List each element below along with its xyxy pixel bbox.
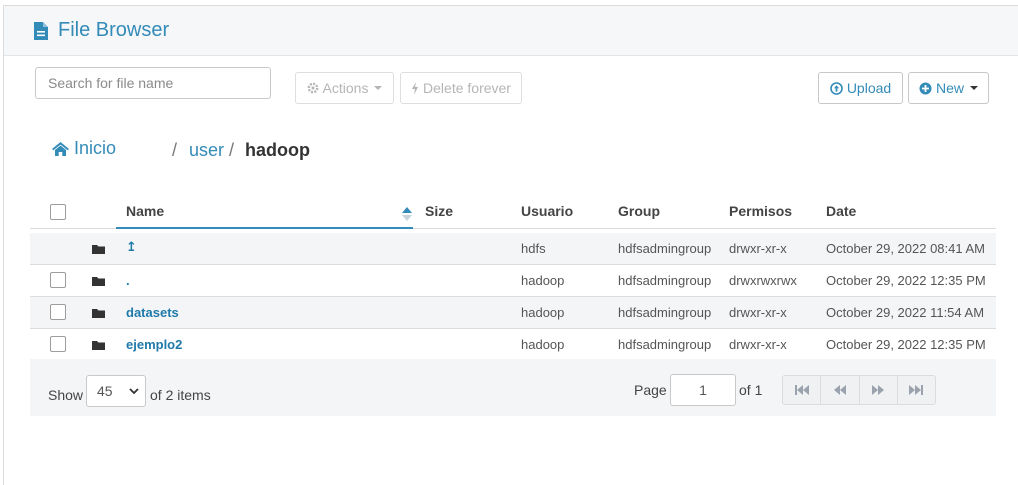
first-page-icon bbox=[794, 385, 809, 395]
file-group: hdfsadmingroup bbox=[618, 273, 712, 288]
breadcrumb-home-label: Inicio bbox=[74, 138, 117, 158]
header-size[interactable]: Size bbox=[425, 203, 453, 219]
sort-asc-icon bbox=[402, 207, 412, 221]
file-group: hdfsadmingroup bbox=[618, 337, 712, 352]
upload-button[interactable]: Upload bbox=[818, 72, 903, 104]
select-all-checkbox[interactable] bbox=[50, 204, 66, 220]
file-icon bbox=[34, 22, 48, 40]
caret-down-icon bbox=[970, 86, 978, 90]
page-size-select[interactable]: 45 bbox=[86, 375, 146, 407]
plus-circle-icon bbox=[919, 82, 932, 94]
actions-button[interactable]: Actions bbox=[295, 72, 394, 104]
file-name-link[interactable]: . bbox=[126, 273, 130, 288]
rewind-icon bbox=[833, 385, 846, 395]
page-title: File Browser bbox=[58, 19, 170, 41]
items-count: of 2 items bbox=[150, 387, 211, 403]
table-row[interactable]: datasets hadoop hdfsadmingroup drwxr-xr-… bbox=[30, 297, 996, 329]
show-label: Show bbox=[48, 387, 84, 403]
page-total: of 1 bbox=[739, 382, 763, 398]
file-user: hadoop bbox=[521, 273, 565, 288]
file-user: hadoop bbox=[521, 305, 565, 320]
table-row[interactable]: ↥ hdfs hdfsadmingroup drwxr-xr-x October… bbox=[30, 233, 996, 265]
breadcrumb-home[interactable]: Inicio bbox=[52, 138, 116, 159]
folder-icon bbox=[92, 309, 105, 318]
pagination-bar: Show 45 of 2 items Page 1 of 1 bbox=[30, 359, 996, 416]
last-page-icon bbox=[909, 385, 924, 395]
chevron-down-icon bbox=[129, 388, 139, 395]
table-header: Name Size Usuario Group Permisos Date bbox=[30, 195, 996, 229]
last-page-button[interactable] bbox=[898, 376, 935, 404]
file-permissions: drwxr-xr-x bbox=[729, 337, 787, 352]
breadcrumb-current: hadoop bbox=[245, 140, 310, 160]
delete-forever-button[interactable]: Delete forever bbox=[400, 72, 522, 104]
page-label: Page bbox=[634, 382, 667, 398]
first-page-button[interactable] bbox=[783, 376, 822, 404]
file-user: hadoop bbox=[521, 337, 565, 352]
file-permissions: drwxr-xr-x bbox=[729, 241, 787, 256]
pager-buttons bbox=[782, 375, 936, 405]
new-label: New bbox=[935, 80, 964, 96]
breadcrumb-separator: / bbox=[172, 140, 178, 160]
file-date: October 29, 2022 08:41 AM bbox=[826, 241, 985, 256]
title-bar: File Browser bbox=[4, 6, 1018, 56]
previous-page-button[interactable] bbox=[821, 376, 860, 404]
caret-down-icon bbox=[374, 86, 383, 90]
folder-icon bbox=[92, 277, 105, 286]
file-user: hdfs bbox=[521, 241, 546, 256]
file-group: hdfsadmingroup bbox=[618, 241, 712, 256]
table-row[interactable]: . hadoop hdfsadmingroup drwxrwxrwx Octob… bbox=[30, 265, 996, 297]
current-page-value: 1 bbox=[699, 382, 707, 398]
file-name-link[interactable]: ↥ bbox=[126, 239, 137, 255]
row-checkbox[interactable] bbox=[50, 304, 66, 320]
sort-indicator-bar bbox=[116, 227, 413, 229]
file-date: October 29, 2022 12:35 PM bbox=[826, 337, 986, 352]
table-row[interactable]: ejemplo2 hadoop hdfsadmingroup drwxr-xr-… bbox=[30, 329, 996, 361]
home-icon bbox=[52, 141, 69, 156]
file-permissions: drwxr-xr-x bbox=[729, 305, 787, 320]
fast-forward-icon bbox=[872, 385, 885, 395]
delete-forever-label: Delete forever bbox=[423, 80, 511, 96]
next-page-button[interactable] bbox=[860, 376, 898, 404]
header-name[interactable]: Name bbox=[126, 203, 164, 219]
header-date[interactable]: Date bbox=[826, 203, 856, 219]
header-user[interactable]: Usuario bbox=[521, 203, 573, 219]
bolt-icon bbox=[412, 81, 419, 95]
folder-icon bbox=[92, 245, 105, 254]
file-group: hdfsadmingroup bbox=[618, 305, 712, 320]
row-checkbox[interactable] bbox=[50, 336, 66, 352]
breadcrumb-separator: / bbox=[229, 140, 235, 160]
row-checkbox[interactable] bbox=[50, 272, 66, 288]
file-name-link[interactable]: ejemplo2 bbox=[126, 337, 182, 352]
page-number-input[interactable]: 1 bbox=[670, 374, 736, 406]
search-input[interactable] bbox=[35, 67, 271, 99]
page-size-value: 45 bbox=[97, 383, 113, 399]
upload-circle-icon bbox=[830, 81, 843, 95]
file-date: October 29, 2022 12:35 PM bbox=[826, 273, 986, 288]
file-name-link[interactable]: datasets bbox=[126, 305, 179, 320]
header-group[interactable]: Group bbox=[618, 203, 660, 219]
gear-icon bbox=[307, 82, 318, 94]
upload-label: Upload bbox=[846, 80, 892, 96]
actions-label: Actions bbox=[322, 80, 369, 96]
file-date: October 29, 2022 11:54 AM bbox=[826, 305, 985, 320]
new-button[interactable]: New bbox=[908, 72, 989, 104]
folder-icon bbox=[92, 341, 105, 350]
breadcrumb-user[interactable]: user bbox=[189, 140, 224, 161]
file-permissions: drwxrwxrwx bbox=[729, 273, 797, 288]
header-permissions[interactable]: Permisos bbox=[729, 203, 792, 219]
